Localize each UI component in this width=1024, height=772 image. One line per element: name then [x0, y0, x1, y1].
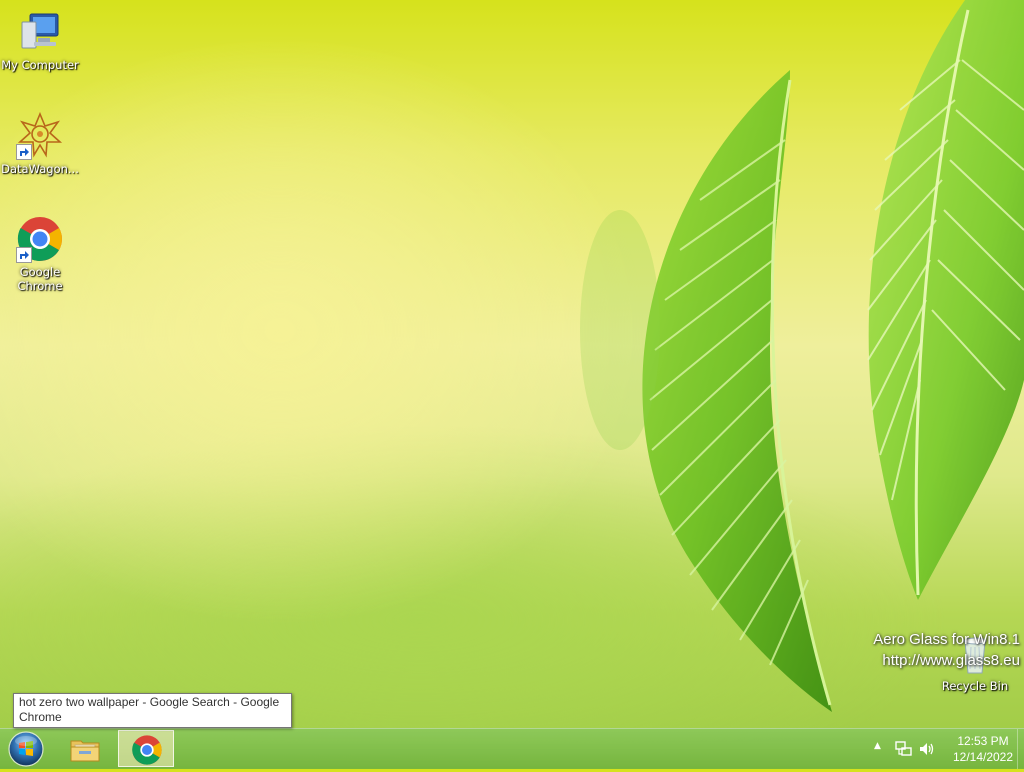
desktop-icon-datawagon[interactable]: DataWagon... — [0, 111, 80, 176]
desktop-icon-label: Google Chrome — [17, 265, 63, 293]
windows-orb-icon — [8, 731, 44, 767]
taskbar-chrome-button[interactable] — [118, 730, 174, 767]
aero-glass-watermark: Aero Glass for Win8.1 http://www.glass8.… — [873, 629, 1020, 671]
network-icon[interactable] — [895, 740, 913, 758]
shortcut-arrow-icon — [16, 144, 32, 160]
desktop-icon-google-chrome[interactable]: Google Chrome — [0, 215, 80, 293]
desktop-icon-my-computer[interactable]: My Computer — [0, 8, 80, 72]
computer-icon — [16, 8, 64, 56]
taskbar-tooltip: hot zero two wallpaper - Google Search -… — [13, 693, 292, 728]
leaf-right — [867, 0, 1024, 600]
datawagon-icon — [16, 111, 64, 160]
clock-time: 12:53 PM — [957, 734, 1009, 748]
watermark-line-2: http://www.glass8.eu — [882, 652, 1020, 669]
chrome-icon — [16, 215, 64, 263]
wallpaper — [580, 0, 1024, 712]
taskbar-file-explorer-button[interactable] — [57, 730, 113, 767]
show-hidden-icons-button[interactable]: ▲ — [874, 741, 886, 755]
clock[interactable]: 12:53 PM 12/14/2022 — [948, 733, 1018, 765]
show-desktop-button[interactable] — [1017, 729, 1024, 769]
taskbar: ▲ 12:53 PM 12/14/2022 — [0, 728, 1024, 769]
shortcut-arrow-icon — [16, 247, 32, 263]
desktop-icon-label: My Computer — [1, 58, 79, 72]
clock-date: 12/14/2022 — [952, 750, 1014, 764]
desktop-icon-label: DataWagon... — [1, 162, 79, 176]
desktop-icon-label: Recycle Bin — [941, 679, 1009, 693]
leaf-left — [642, 70, 832, 712]
chrome-icon — [132, 735, 162, 765]
watermark-line-1: Aero Glass for Win8.1 — [873, 631, 1020, 648]
start-button[interactable] — [7, 730, 45, 768]
folder-icon — [70, 740, 100, 762]
speaker-icon[interactable] — [918, 740, 936, 758]
